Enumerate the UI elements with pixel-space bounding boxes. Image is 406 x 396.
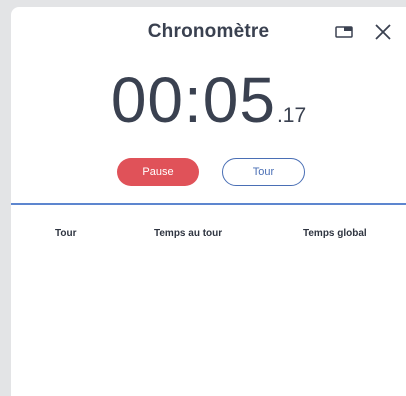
picture-in-picture-icon [335,26,353,38]
column-header-lap: Tour [55,228,77,239]
elapsed-time-main: 00:05 [110,64,276,136]
stopwatch-window: Chronomètre 00:05.17 Pause Tour Tour Tem… [11,7,406,396]
lap-button[interactable]: Tour [222,158,305,186]
elapsed-time-centiseconds: .17 [276,104,307,127]
keep-on-top-button[interactable] [333,21,355,43]
pause-button[interactable]: Pause [117,158,199,186]
elapsed-time-display: 00:05.17 [11,63,406,137]
close-button[interactable] [372,21,394,43]
column-header-total-time: Temps global [303,228,367,239]
divider [11,203,406,205]
close-icon [375,24,391,40]
column-header-lap-time: Temps au tour [154,228,223,239]
